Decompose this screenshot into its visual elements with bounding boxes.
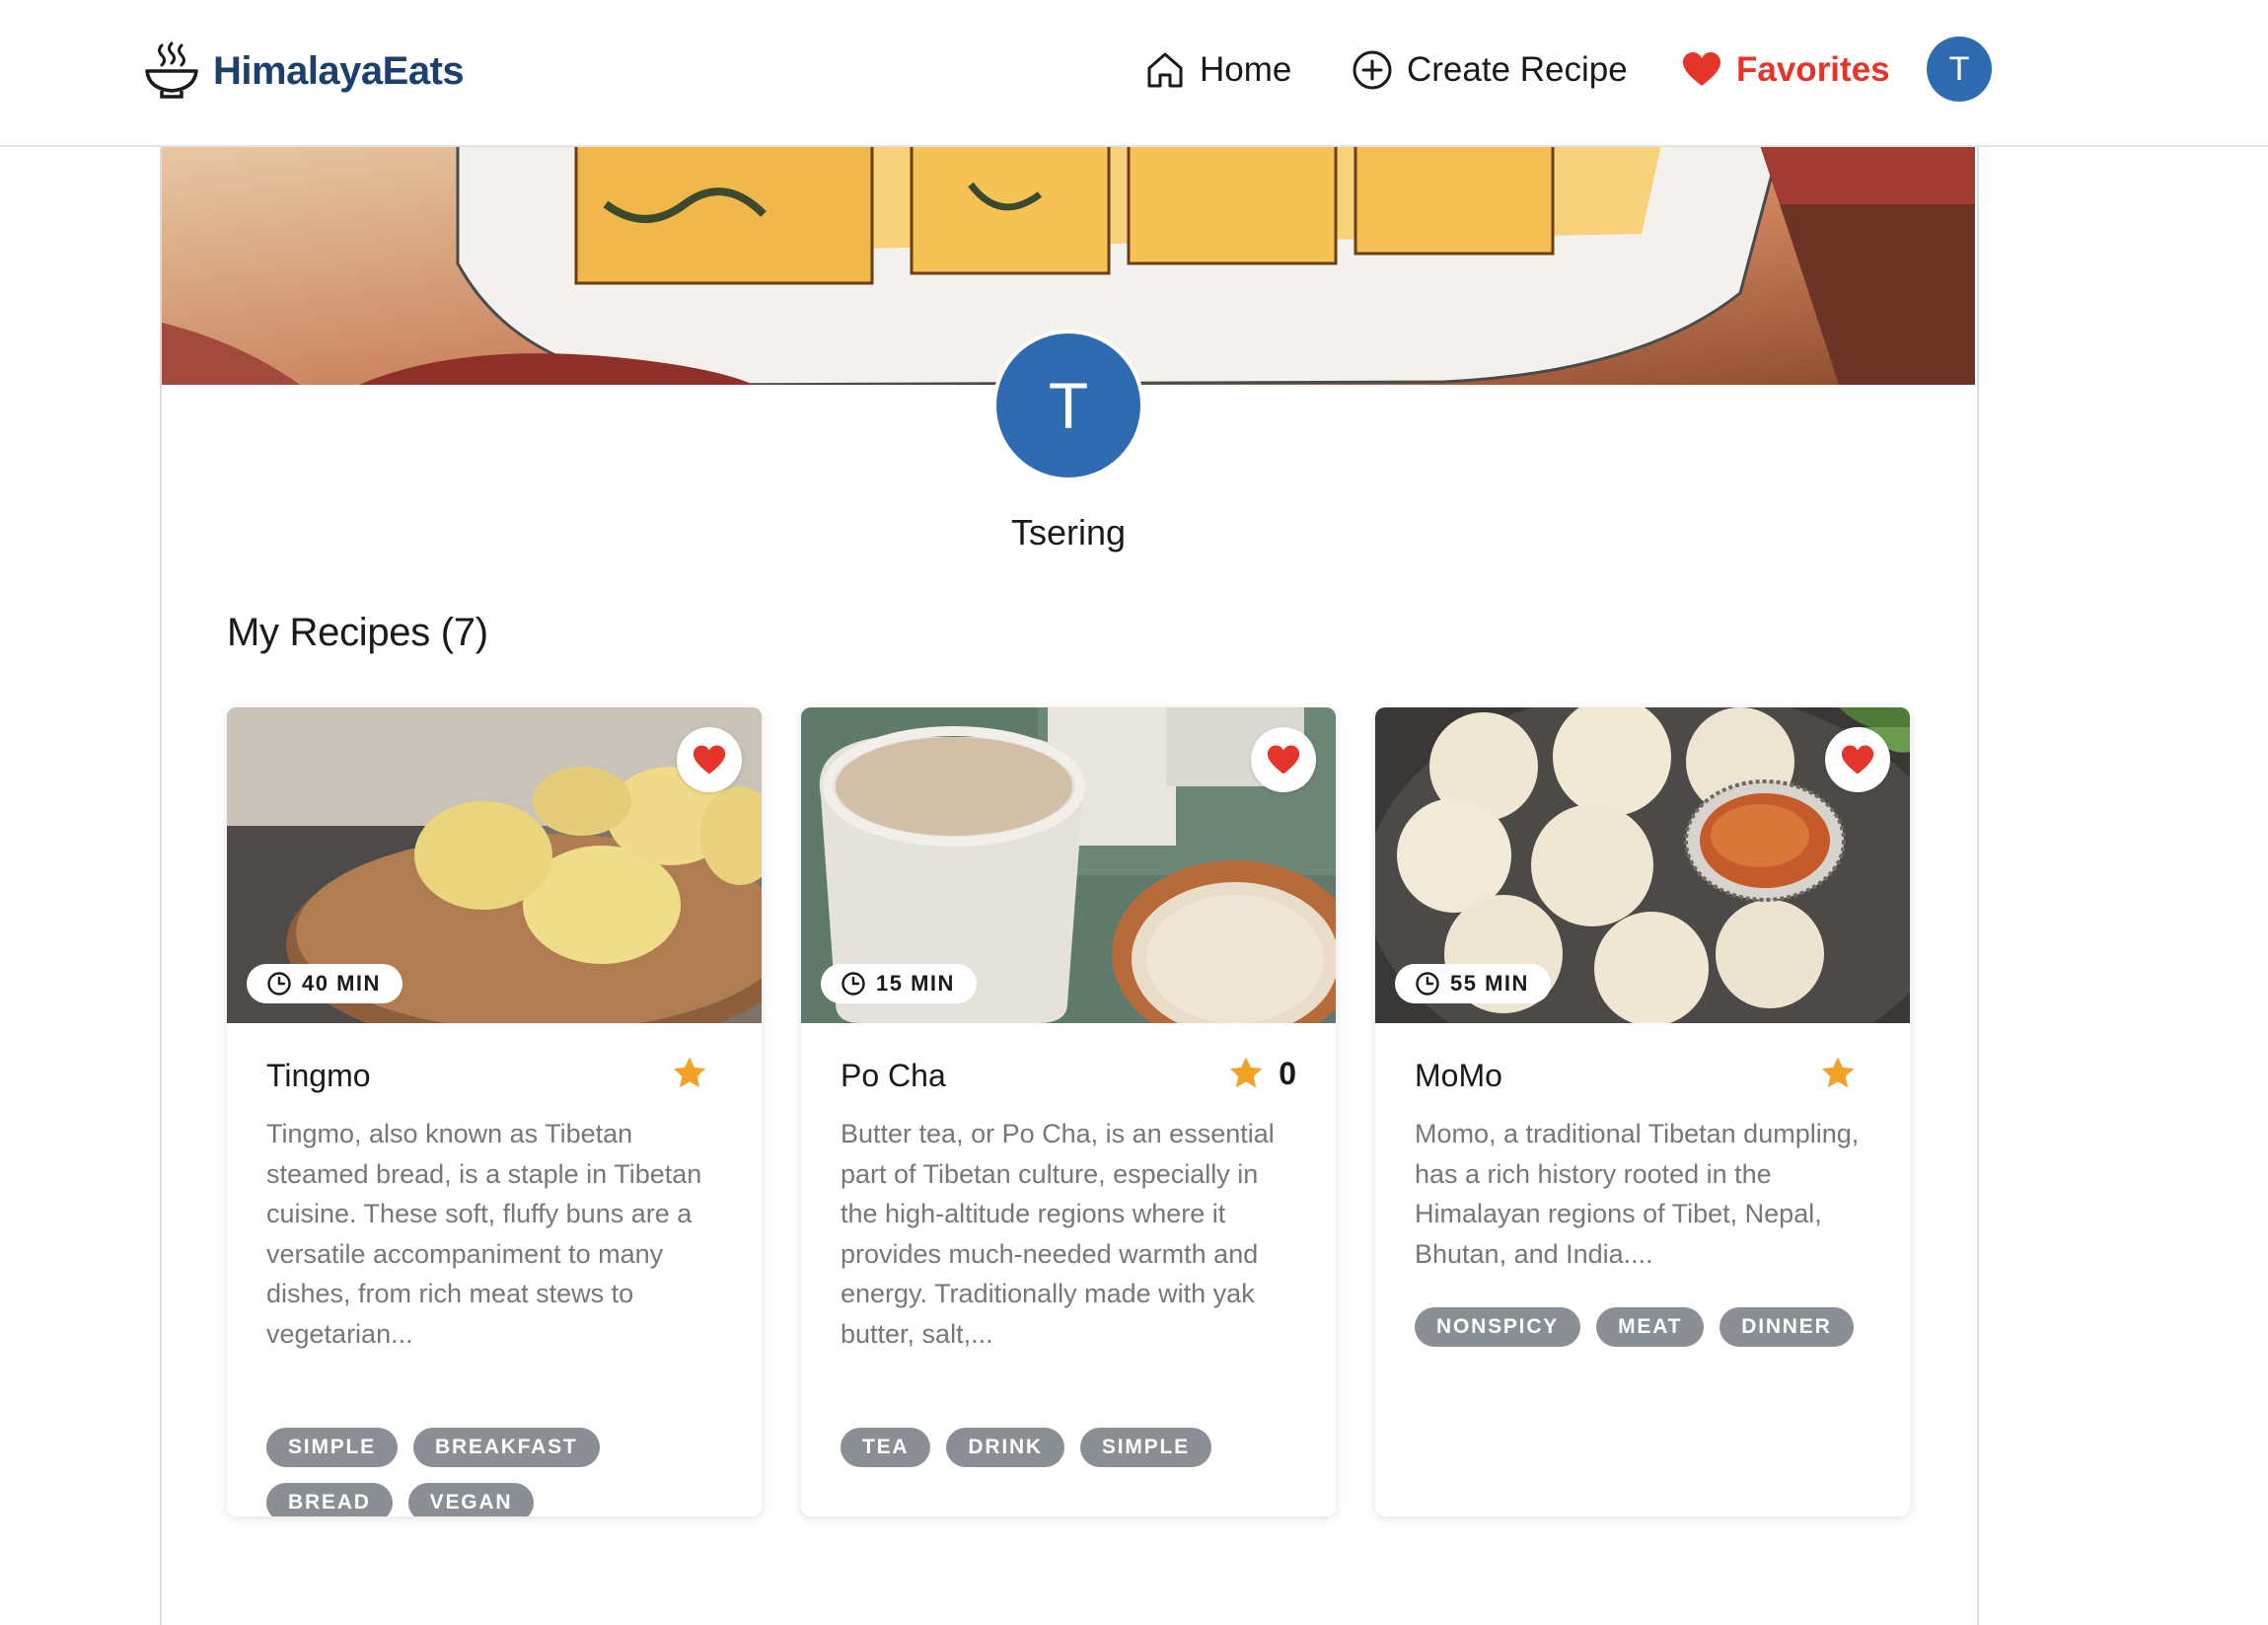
recipe-title[interactable]: MoMo bbox=[1415, 1058, 1502, 1094]
recipe-tag[interactable]: NONSPICY bbox=[1415, 1307, 1581, 1347]
nav-home-label: Home bbox=[1200, 50, 1292, 89]
favorite-toggle-button[interactable] bbox=[1825, 727, 1890, 792]
cook-time-label: 40 MIN bbox=[302, 971, 381, 996]
nav-home-link[interactable]: Home bbox=[1144, 44, 1291, 96]
recipe-rating[interactable] bbox=[1819, 1055, 1870, 1092]
recipe-tag[interactable]: BREAKFAST bbox=[412, 1428, 600, 1467]
recipe-tag[interactable]: DRINK bbox=[946, 1428, 1064, 1467]
cook-time-badge: 40 MIN bbox=[247, 964, 402, 1003]
recipe-rating[interactable] bbox=[671, 1055, 722, 1092]
cook-time-badge: 55 MIN bbox=[1395, 964, 1551, 1003]
recipe-image: 15 MIN bbox=[801, 707, 1336, 1023]
star-icon bbox=[1821, 1057, 1855, 1088]
nav-create-recipe-link[interactable]: Create Recipe bbox=[1352, 44, 1628, 96]
clock-icon bbox=[841, 972, 865, 996]
recipe-tag[interactable]: BREAD bbox=[266, 1483, 393, 1516]
star-icon bbox=[673, 1057, 706, 1088]
recipe-card[interactable]: 40 MIN Tingmo Tingmo, also known as Tibe… bbox=[227, 707, 762, 1516]
recipe-description: Butter tea, or Po Cha, is an essential p… bbox=[841, 1119, 1275, 1349]
recipe-title[interactable]: Tingmo bbox=[266, 1058, 371, 1094]
rating-count: 0 bbox=[1279, 1055, 1296, 1091]
recipe-image: 55 MIN bbox=[1375, 707, 1910, 1023]
heart-icon bbox=[693, 745, 726, 775]
profile-card: T Tsering My Recipes (7) 40 MIN Tingmo T… bbox=[160, 145, 1979, 1625]
recipe-rating[interactable]: 0 bbox=[1227, 1055, 1296, 1092]
brand-logo[interactable]: HimalayaEats bbox=[144, 39, 465, 103]
plus-circle-icon bbox=[1353, 50, 1392, 90]
recipe-tag[interactable]: DINNER bbox=[1719, 1307, 1854, 1347]
top-navbar: HimalayaEats Home Create Recipe Favorite… bbox=[0, 0, 2268, 147]
recipe-description: Momo, a traditional Tibetan dumpling, ha… bbox=[1415, 1119, 1860, 1269]
profile-avatar: T bbox=[992, 330, 1144, 481]
nav-create-recipe-label: Create Recipe bbox=[1407, 50, 1628, 89]
user-avatar-button[interactable]: T bbox=[1927, 37, 1992, 102]
recipe-tag[interactable]: TEA bbox=[841, 1428, 931, 1467]
recipe-tag[interactable]: VEGAN bbox=[407, 1483, 535, 1516]
heart-icon bbox=[1841, 745, 1874, 775]
clock-icon bbox=[267, 972, 291, 996]
clock-icon bbox=[1416, 972, 1439, 996]
cook-time-label: 15 MIN bbox=[876, 971, 955, 996]
recipe-tag[interactable]: SIMPLE bbox=[1079, 1428, 1211, 1467]
cook-time-badge: 15 MIN bbox=[821, 964, 977, 1003]
recipe-title[interactable]: Po Cha bbox=[841, 1058, 946, 1094]
favorite-toggle-button[interactable] bbox=[677, 727, 742, 792]
cook-time-label: 55 MIN bbox=[1450, 971, 1529, 996]
recipe-tag[interactable]: MEAT bbox=[1596, 1307, 1705, 1347]
profile-username: Tsering bbox=[1010, 512, 1127, 553]
favorite-toggle-button[interactable] bbox=[1251, 727, 1316, 792]
heart-icon bbox=[1683, 52, 1720, 86]
recipe-tag[interactable]: SIMPLE bbox=[266, 1428, 398, 1467]
recipe-image: 40 MIN bbox=[227, 707, 762, 1023]
nav-favorites-label: Favorites bbox=[1736, 50, 1890, 89]
heart-icon bbox=[1267, 745, 1300, 775]
brand-name: HimalayaEats bbox=[213, 48, 465, 93]
recipe-tags: NONSPICY MEAT DINNER bbox=[1415, 1307, 1878, 1347]
star-icon bbox=[1229, 1057, 1263, 1088]
my-recipes-heading: My Recipes (7) bbox=[227, 611, 488, 654]
recipe-description: Tingmo, also known as Tibetan steamed br… bbox=[266, 1119, 702, 1349]
nav-favorites-link[interactable]: Favorites bbox=[1681, 44, 1890, 96]
recipe-tags: SIMPLE BREAKFAST BREAD VEGAN bbox=[266, 1428, 730, 1516]
home-icon bbox=[1147, 52, 1183, 88]
recipe-card[interactable]: 55 MIN MoMo Momo, a traditional Tibetan … bbox=[1375, 707, 1910, 1516]
steaming-bowl-icon bbox=[145, 41, 198, 99]
recipe-card[interactable]: 15 MIN Po Cha 0 Butter tea, or Po Cha, i… bbox=[801, 707, 1336, 1516]
recipe-tags: TEA DRINK SIMPLE bbox=[841, 1428, 1304, 1467]
